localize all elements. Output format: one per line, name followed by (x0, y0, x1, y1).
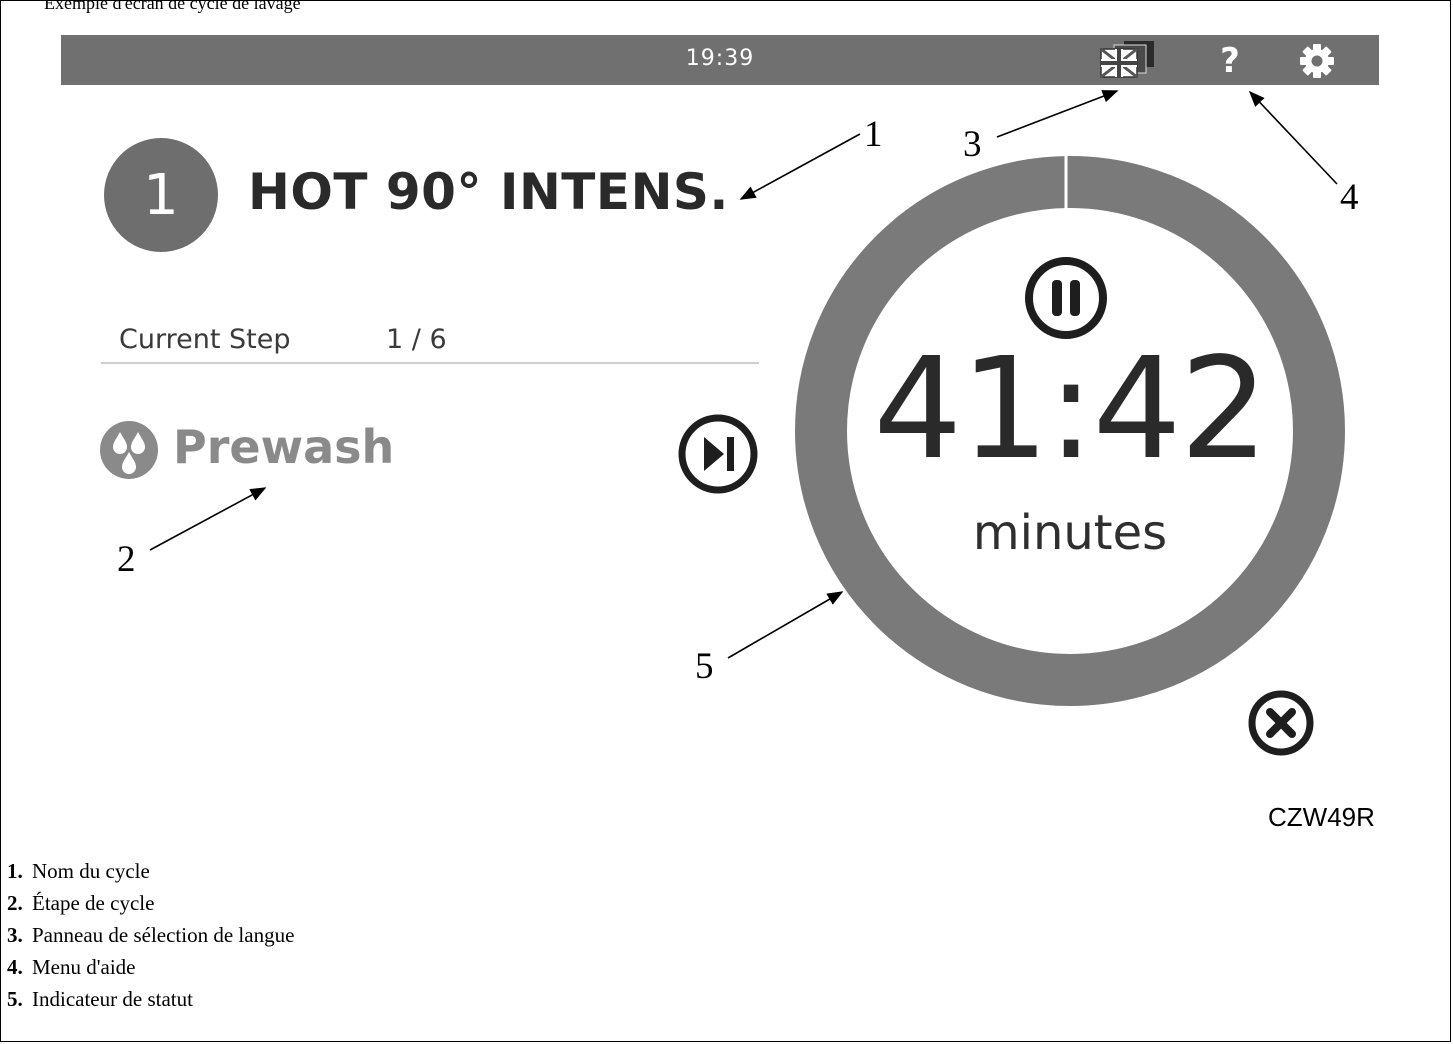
figure-code: CZW49R (1268, 802, 1375, 832)
cycle-step-name: Prewash (173, 420, 395, 474)
current-step-label: Current Step (119, 324, 291, 355)
legend-item: 5. Indicateur de statut (7, 987, 193, 1011)
cycle-name: HOT 90° INTENS. (248, 163, 729, 221)
callout-2: 2 (117, 539, 136, 580)
callout-1: 1 (864, 114, 883, 155)
callout-5: 5 (695, 646, 714, 687)
language-button[interactable] (1100, 41, 1162, 79)
skip-next-icon[interactable] (677, 413, 759, 495)
top-bar: 19:39 ? (61, 35, 1379, 85)
legend-item: 1. Nom du cycle (7, 859, 150, 883)
cancel-button[interactable] (1248, 690, 1314, 756)
help-icon: ? (1220, 41, 1240, 81)
clock: 19:39 (685, 46, 755, 71)
current-step-value: 1 / 6 (386, 324, 447, 355)
water-drops-icon (100, 421, 158, 479)
time-remaining: 41:42 (873, 328, 1268, 491)
cycle-number-badge: 1 (104, 138, 218, 252)
gear-icon (1300, 44, 1334, 78)
callout-4: 4 (1340, 177, 1359, 218)
legend-item: 3. Panneau de sélection de langue (7, 923, 295, 947)
settings-button[interactable] (1297, 41, 1337, 81)
legend: 1. Nom du cycle 2. Étape de cycle 3. Pannea… (7, 855, 294, 1015)
time-unit: minutes (972, 505, 1168, 561)
legend-item: 4. Menu d'aide (7, 955, 136, 979)
help-button[interactable]: ? (1213, 41, 1247, 81)
callout-3: 3 (963, 124, 982, 165)
cut-caption: Exemple d'écran de cycle de lavage (44, 0, 301, 13)
uk-flag-language-icon (1100, 41, 1154, 79)
step-divider (101, 362, 759, 364)
legend-item: 2. Étape de cycle (7, 891, 155, 915)
